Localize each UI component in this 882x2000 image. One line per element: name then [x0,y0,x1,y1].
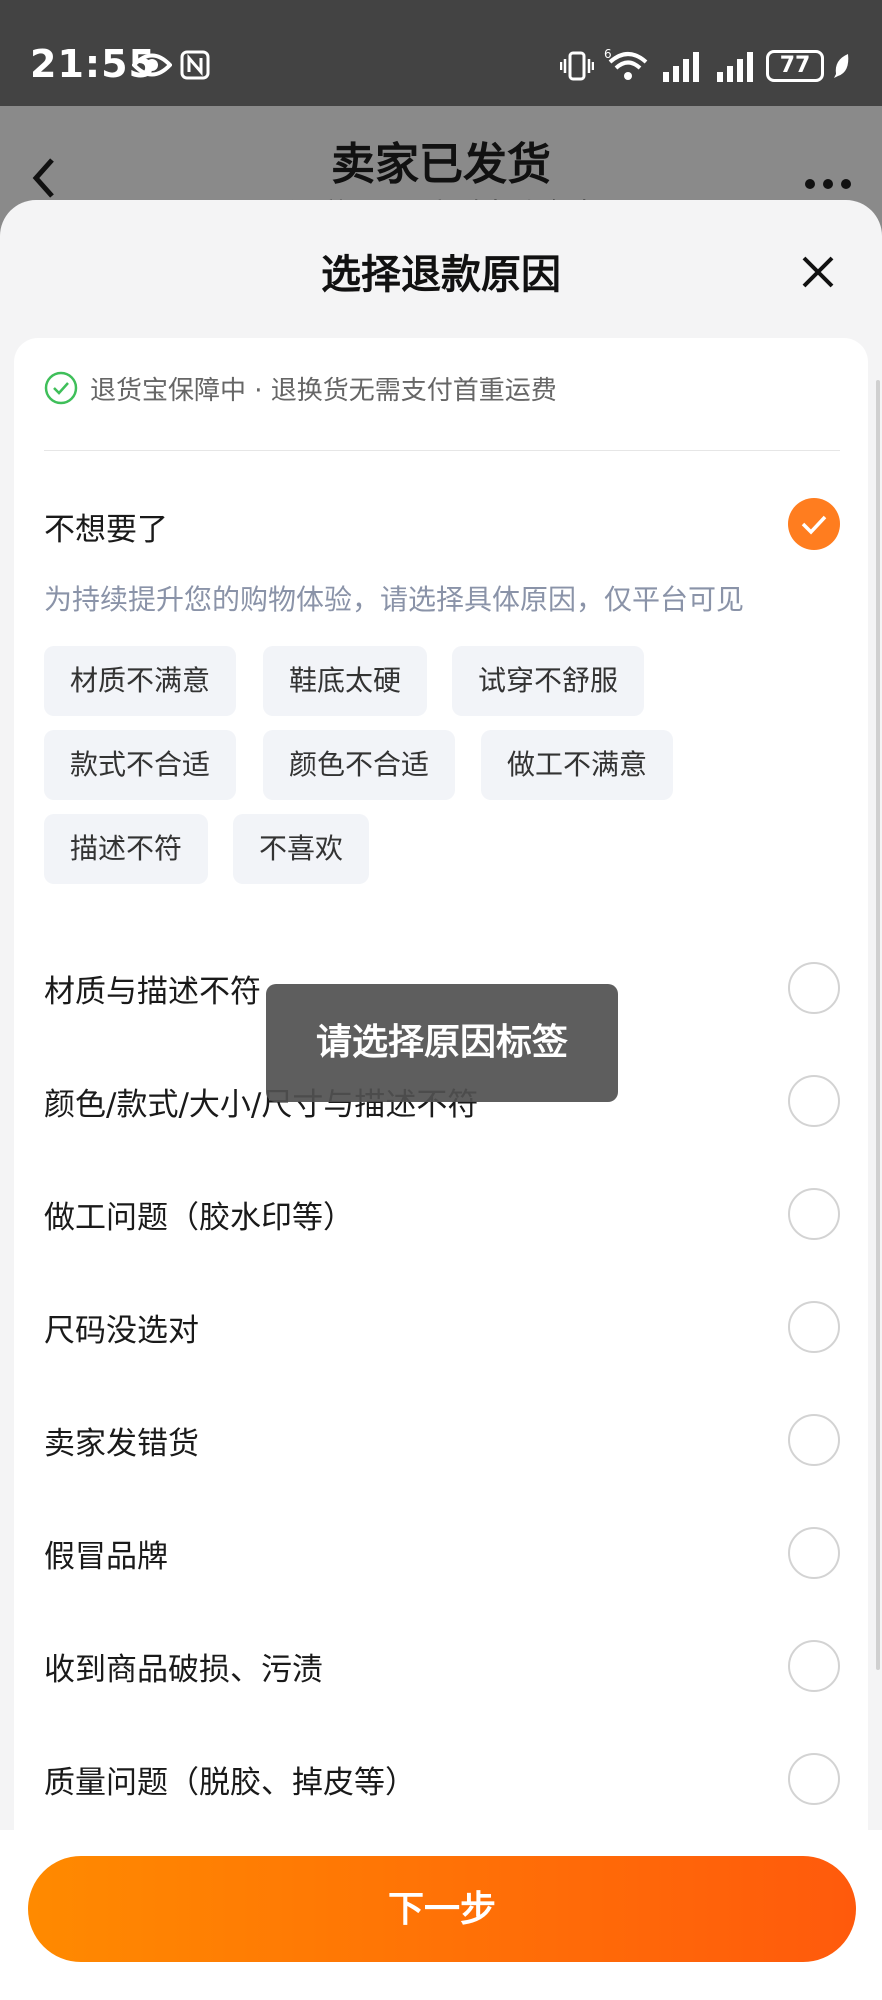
reason-tag[interactable]: 材质不满意 [44,646,237,716]
radio-button[interactable] [788,962,840,1014]
option-label[interactable]: 做工问题（胶水印等） [44,1192,354,1237]
radio-button[interactable] [788,1075,840,1127]
background-page-title: 卖家已发货 [331,139,551,190]
option-label[interactable]: 尺码没选对 [44,1305,199,1350]
nfc-icon [180,50,210,80]
signal-icon [663,52,699,82]
option-label[interactable]: 质量问题（脱胶、掉皮等） [44,1757,416,1802]
status-bar: 21:55 6 77 [0,0,882,106]
leaf-icon [834,54,849,78]
return-guarantee: 退货宝保障中 · 退换货无需支付首重运费 [44,368,557,408]
check-icon [801,515,827,535]
radio-button[interactable] [788,1527,840,1579]
check-circle-icon [44,371,78,405]
radio-selected[interactable] [788,498,840,550]
radio-button[interactable] [788,1414,840,1466]
reason-hint: 为持续提升您的购物体验，请选择具体原因，仅平台可见 [44,583,745,616]
vibrate-icon [560,51,594,81]
battery-level: 77 [779,53,811,78]
option-label-selected[interactable]: 不想要了 [44,504,168,549]
wifi-icon: 6 [604,47,648,80]
next-step-button[interactable]: 下一步 [28,1856,856,1962]
guarantee-text: 退货宝保障中 · 退换货无需支付首重运费 [90,375,557,406]
scrollbar[interactable] [876,380,880,1670]
reason-tag[interactable]: 试穿不舒服 [452,646,645,716]
toast-message: 请选择原因标签 [266,984,618,1102]
eye-icon [132,53,172,77]
signal-icon [717,52,753,82]
radio-button[interactable] [788,1188,840,1240]
reason-tag[interactable]: 描述不符 [44,814,209,884]
close-icon[interactable] [796,250,840,294]
reason-tag[interactable]: 不喜欢 [233,814,370,884]
option-label[interactable]: 材质与描述不符 [44,966,261,1011]
reason-tag[interactable]: 款式不合适 [44,730,237,800]
option-label[interactable]: 收到商品破损、污渍 [44,1644,323,1689]
svg-text:6: 6 [604,47,612,61]
option-label[interactable]: 假冒品牌 [44,1531,168,1576]
radio-button[interactable] [788,1640,840,1692]
sheet-title: 选择退款原因 [321,252,561,298]
divider [44,450,840,451]
radio-button[interactable] [788,1301,840,1353]
reason-tag[interactable]: 做工不满意 [481,730,674,800]
reason-card: 退货宝保障中 · 退换货无需支付首重运费 不想要了 为持续提升您的购物体验，请选… [14,338,868,2000]
reason-tag[interactable]: 颜色不合适 [263,730,456,800]
more-icon[interactable] [804,178,852,190]
reason-tag[interactable]: 鞋底太硬 [263,646,428,716]
radio-button[interactable] [788,1753,840,1805]
option-label[interactable]: 卖家发错货 [44,1418,199,1463]
